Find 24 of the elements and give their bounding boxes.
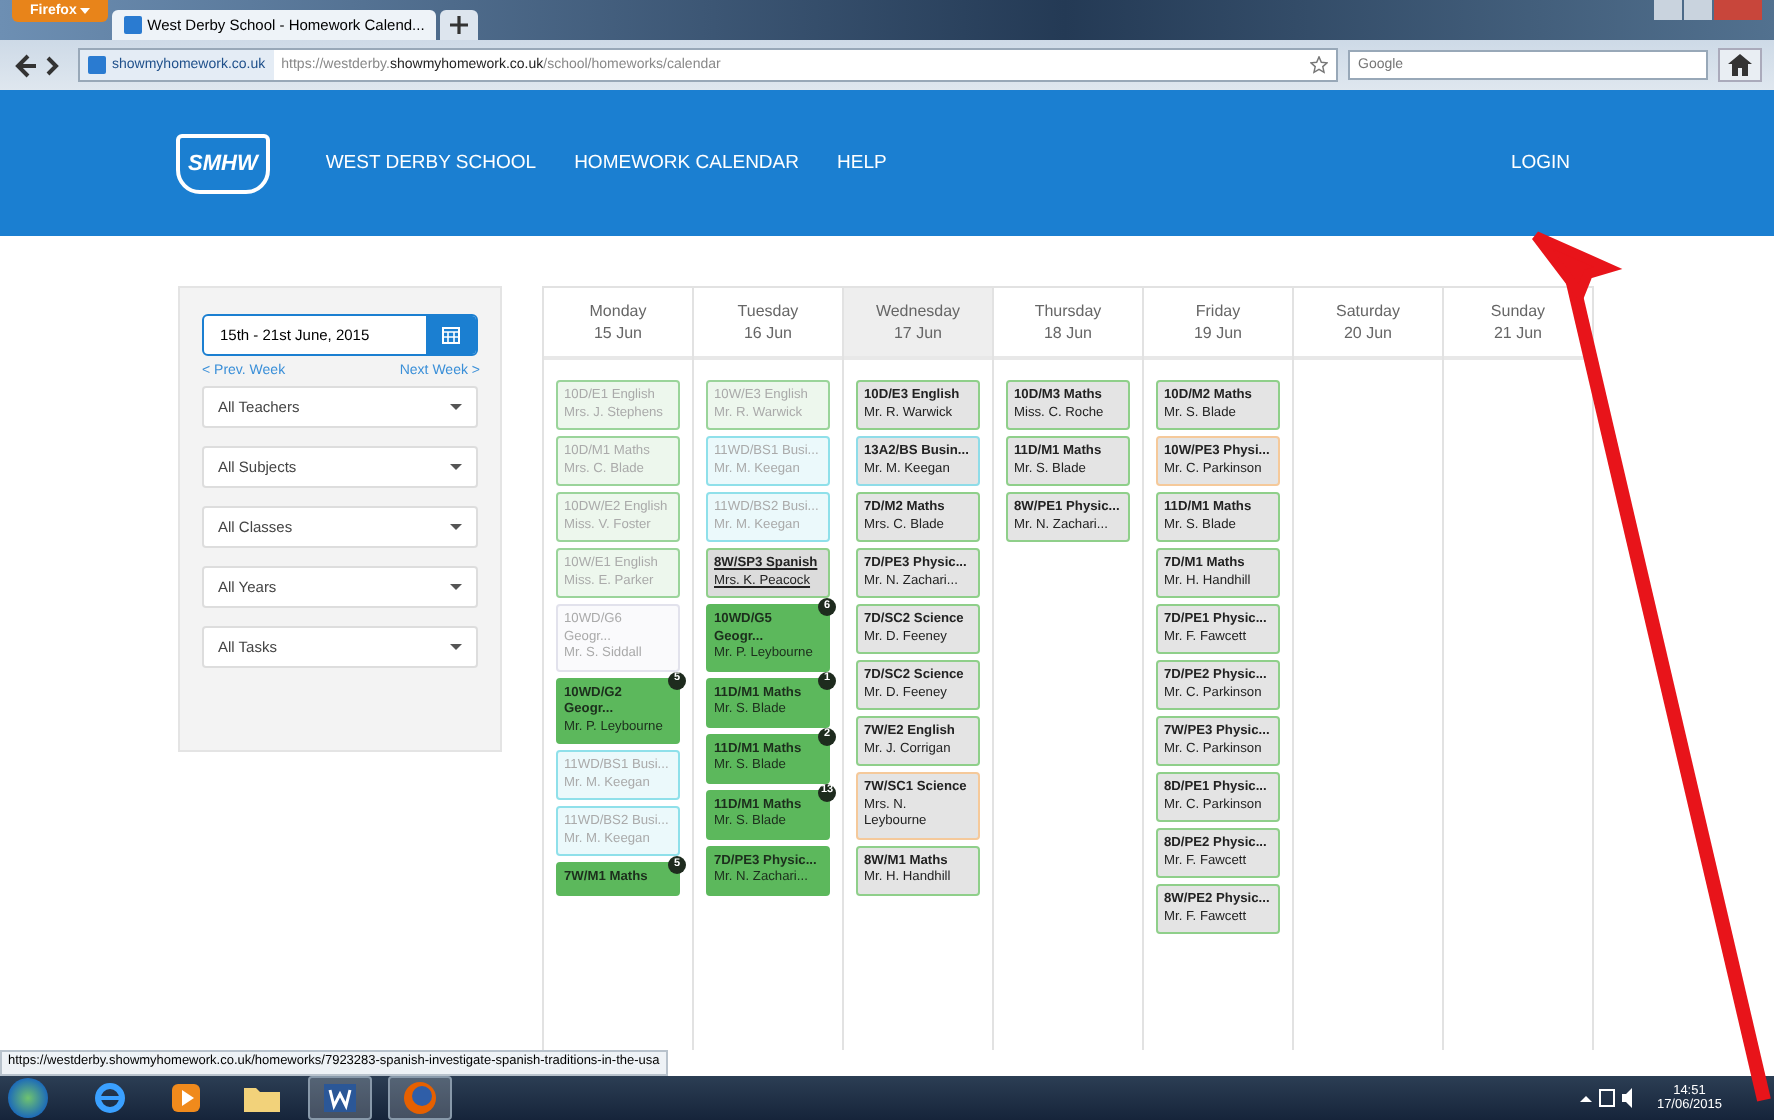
new-tab-icon[interactable] xyxy=(440,10,479,40)
window-controls-icon[interactable] xyxy=(1654,0,1762,20)
nav-link[interactable]: HOMEWORK CALENDAR xyxy=(574,152,799,174)
firefox-icon[interactable] xyxy=(388,1076,452,1120)
day-header: Friday 19 Jun xyxy=(1144,288,1292,360)
caret-icon xyxy=(450,524,462,530)
caret-icon xyxy=(450,404,462,410)
caret-icon xyxy=(450,464,462,470)
calendar-icon[interactable] xyxy=(426,316,476,354)
home-icon[interactable] xyxy=(1718,48,1762,82)
day-header: Saturday 20 Jun xyxy=(1294,288,1442,360)
day-header: Thursday 18 Jun xyxy=(994,288,1142,360)
day-header: Monday 15 Jun xyxy=(544,288,692,360)
day-header: Wednesday 17 Jun xyxy=(844,288,992,360)
logo[interactable]: SMHW xyxy=(176,133,270,193)
nav-link[interactable]: WEST DERBY SCHOOL xyxy=(325,152,537,174)
caret-icon xyxy=(450,644,462,650)
login-link[interactable]: LOGIN xyxy=(1510,152,1570,174)
nav-link[interactable]: HELP xyxy=(837,152,887,174)
caret-icon xyxy=(80,8,91,14)
word-icon[interactable] xyxy=(308,1076,372,1120)
start-button[interactable] xyxy=(8,1078,48,1118)
caret-icon xyxy=(450,584,462,590)
site-icon xyxy=(124,16,142,34)
